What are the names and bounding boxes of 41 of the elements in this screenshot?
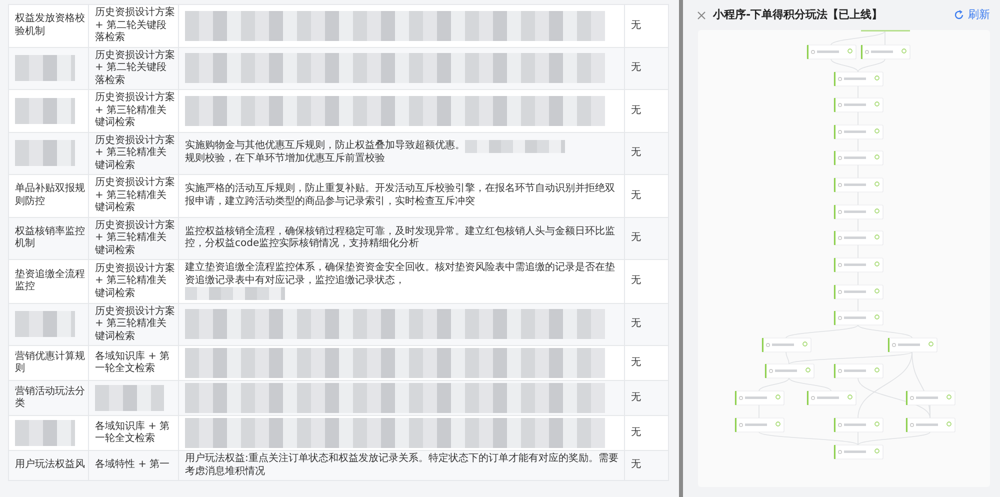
note-text: 无 [624,303,668,346]
note-text: 无 [624,4,668,47]
row-title: 权益核销率监控机制 [8,217,88,260]
refresh-icon [954,10,964,20]
row-title: 垫资追缴全流程监控 [8,260,88,304]
redacted-block [15,140,76,166]
retrieval-source: 历史资损设计方案 + 第三轮精准关键词检索 [88,174,178,217]
retrieval-source: 历史资损设计方案 + 第三轮精准关键词检索 [88,90,178,132]
redacted-block [15,420,76,446]
retrieval-source: 历史资损设计方案 + 第三轮精准关键词检索 [88,260,178,304]
note-text: 无 [624,132,668,174]
description-text: 实施严格的活动互斥规则，防止重复补贴。开发活动互斥校验引擎，在报名环节自动识别并拒绝双报申请，建立跨活动类型的商品参与记录索引，实时检查互斥冲突 [178,174,624,217]
retrieval-source: 历史资损设计方案 + 第三轮精准关键词检索 [88,303,178,346]
retrieval-source: 历史资损设计方案 + 第三轮精准关键词检索 [88,132,178,174]
retrieval-source: 历史资损设计方案 + 第三轮精准关键词检索 [88,217,178,260]
note-text: 无 [624,260,668,304]
retrieval-source: 历史资损设计方案 + 第二轮关键段落检索 [88,4,178,47]
row-title: 单品补贴双报规则防控 [8,174,88,217]
retrieval-source: 各域特性 + 第一 [88,450,178,481]
redacted-block [15,311,76,338]
note-text: 无 [624,217,668,260]
description-text: 实施购物金与其他优惠互斥规则，防止权益叠加导致超额优惠。 [185,140,465,152]
description-text: 建立垫资追缴全流程监控体系，确保垫资资金安全回收。核对垫资风险表中需追缴的记录是否在垫资追缴记录表中有对应记录，监控追缴记录状态， [185,262,616,287]
description-text: 用户玩法权益:重点关注订单状态和权益发放记录关系。特定状态下的订单才能有对应的奖励。需要考虑消息堆积情况 [178,450,624,481]
row-title: 权益发放资格校验机制 [8,4,88,47]
close-icon[interactable] [697,10,706,20]
row-title: 用户玩法权益风 [8,450,88,481]
note-text: 无 [624,47,668,90]
panel-title: 小程序-下单得积分玩法【已上线】 [713,6,883,23]
retrieval-source: 历史资损设计方案 + 第二轮关键段落检索 [88,47,178,90]
note-text: 无 [624,174,668,217]
row-title: 营销活动玩法分类 [8,380,88,416]
note-text: 无 [624,90,668,132]
refresh-button[interactable]: 刷新 [954,6,990,24]
description-text: 规则校验，在下单环节增加优惠互斥前置校验 [185,153,385,166]
description-text: 监控权益核销全流程，确保核销过程稳定可靠，及时发现异常。建立红包核销人头与金额日环比监控，分权益code监控实际核销情况，支持精细化分析 [178,217,624,260]
redacted-block [15,98,76,124]
note-text: 无 [624,450,668,481]
redacted-block [95,385,164,412]
redacted-block [15,55,76,82]
note-text: 无 [624,380,668,416]
